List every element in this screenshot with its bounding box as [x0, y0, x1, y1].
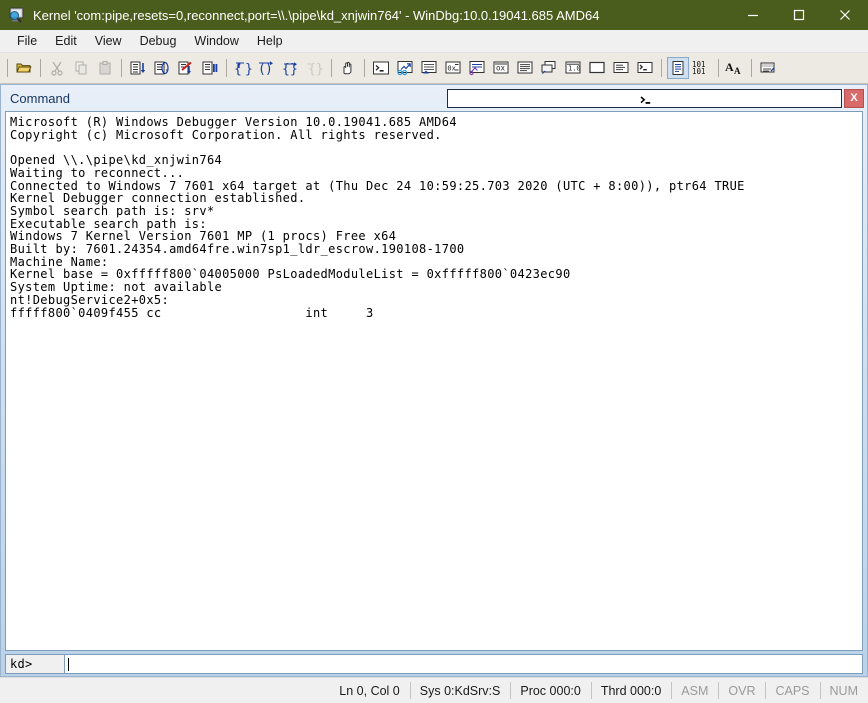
command-window-icon[interactable] — [370, 57, 392, 79]
step-out-braces-icon[interactable]: ( ) — [256, 57, 278, 79]
step-over-icon[interactable] — [151, 57, 173, 79]
toolbar-separator — [121, 59, 122, 77]
mdi-client-area: Command X Microsoft (R) Windows Debugger… — [0, 84, 868, 677]
svg-text:1.0: 1.0 — [568, 65, 581, 73]
calls-window-icon[interactable]: ox — [490, 57, 512, 79]
command-window-title: Command — [10, 90, 70, 106]
registers-window-icon[interactable]: 0x — [442, 57, 464, 79]
command-window-titlebar: Command X — [1, 85, 867, 111]
command-input[interactable] — [65, 654, 863, 674]
status-thread: Thrd 000:0 — [590, 678, 671, 703]
command-window: Command X Microsoft (R) Windows Debugger… — [0, 84, 868, 677]
command-window-body: Microsoft (R) Windows Debugger Version 1… — [1, 111, 867, 676]
text-caret — [68, 657, 69, 671]
status-asm-badge: ASM — [671, 678, 718, 703]
menu-item-window[interactable]: Window — [185, 32, 247, 50]
toolbar-separator — [364, 59, 365, 77]
font-icon[interactable]: A A — [724, 57, 746, 79]
step-into-icon[interactable] — [127, 57, 149, 79]
command-window-close-button[interactable]: X — [844, 88, 864, 108]
svg-text:A: A — [725, 60, 734, 74]
disassembly-window-icon[interactable] — [514, 57, 536, 79]
svg-text:}: } — [245, 62, 253, 77]
shell-window-icon[interactable] — [634, 57, 656, 79]
watch-window-icon[interactable] — [394, 57, 416, 79]
blank-window-icon[interactable] — [586, 57, 608, 79]
svg-text:ox: ox — [496, 64, 506, 73]
toolbar-separator — [40, 59, 41, 77]
status-ovr-badge: OVR — [718, 678, 765, 703]
minimize-button[interactable] — [730, 0, 776, 30]
locals-window-icon[interactable] — [418, 57, 440, 79]
open-folder-icon[interactable] — [13, 57, 35, 79]
svg-text:): ) — [265, 62, 273, 77]
notepad-window-icon[interactable] — [610, 57, 632, 79]
binary-mode-icon[interactable]: 101 101 — [691, 57, 713, 79]
cut-icon[interactable] — [46, 57, 68, 79]
scratch-pad-icon[interactable] — [538, 57, 560, 79]
status-process: Proc 000:0 — [510, 678, 590, 703]
close-button[interactable] — [822, 0, 868, 30]
menu-bar: File Edit View Debug Window Help — [0, 30, 868, 53]
hand-break-icon[interactable] — [337, 57, 359, 79]
console-output-text: Microsoft (R) Windows Debugger Version 1… — [10, 115, 745, 320]
braces-disabled-icon: {} — [304, 57, 326, 79]
main-toolbar: { } ( ) { } {} 0x ox 1.0 101 101 A A — [0, 53, 868, 84]
menu-item-help[interactable]: Help — [248, 32, 292, 50]
status-system: Sys 0:KdSrv:S — [409, 678, 511, 703]
status-line-col: Ln 0, Col 0 — [339, 683, 400, 698]
window-titlebar: Kernel 'com:pipe,resets=0,reconnect,port… — [0, 0, 868, 30]
svg-text:0x: 0x — [447, 65, 455, 73]
copy-icon[interactable] — [70, 57, 92, 79]
toolbar-separator — [331, 59, 332, 77]
memory-window-icon[interactable] — [466, 57, 488, 79]
menu-item-edit[interactable]: Edit — [46, 32, 86, 50]
debugger-monitor-icon — [8, 6, 26, 24]
console-output-area[interactable]: Microsoft (R) Windows Debugger Version 1… — [5, 111, 863, 651]
processes-threads-icon[interactable]: 1.0 — [562, 57, 584, 79]
trace-into-braces-icon[interactable]: { } — [232, 57, 254, 79]
status-num-badge: NUM — [819, 678, 868, 703]
command-prompt-label: kd> — [5, 654, 65, 674]
console-prompt-icon[interactable] — [446, 88, 842, 108]
status-bar: Ln 0, Col 0 Sys 0:KdSrv:S Proc 000:0 Thr… — [0, 677, 868, 703]
break-icon[interactable] — [199, 57, 221, 79]
svg-text:A: A — [734, 66, 741, 76]
menu-item-view[interactable]: View — [86, 32, 131, 50]
source-mode-icon[interactable] — [667, 57, 689, 79]
menu-item-file[interactable]: File — [8, 32, 46, 50]
run-to-cursor-braces-icon[interactable]: { } — [280, 57, 302, 79]
window-title: Kernel 'com:pipe,resets=0,reconnect,port… — [33, 7, 600, 23]
toolbar-separator — [7, 59, 8, 77]
toolbar-separator — [226, 59, 227, 77]
status-bar-spacer — [0, 678, 329, 703]
svg-text:101: 101 — [692, 67, 706, 76]
toolbar-separator — [661, 59, 662, 77]
toolbar-separator — [751, 59, 752, 77]
paste-icon[interactable] — [94, 57, 116, 79]
stop-debugging-icon[interactable] — [175, 57, 197, 79]
menu-item-debug[interactable]: Debug — [131, 32, 186, 50]
status-caps-badge: CAPS — [765, 678, 819, 703]
maximize-button[interactable] — [776, 0, 822, 30]
command-prompt-row: kd> — [5, 654, 863, 674]
toolbar-separator — [718, 59, 719, 77]
options-icon[interactable] — [757, 57, 779, 79]
windbg-application: Kernel 'com:pipe,resets=0,reconnect,port… — [0, 0, 868, 703]
